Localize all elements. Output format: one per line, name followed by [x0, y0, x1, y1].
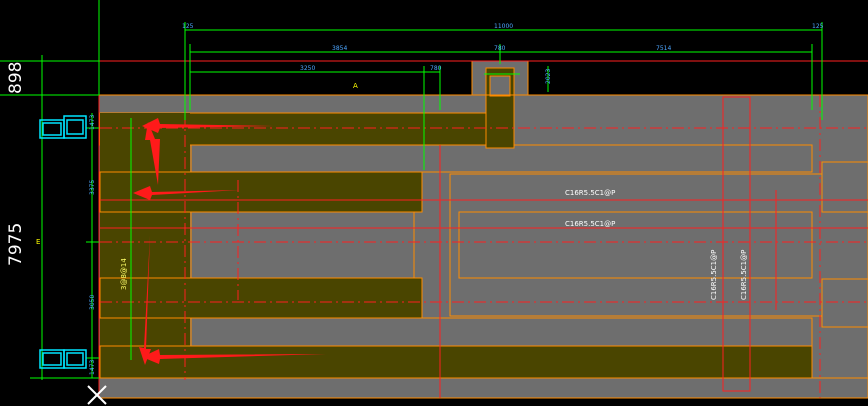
- beam-2: [190, 211, 415, 279]
- side-dimension-main: 7975: [6, 222, 26, 266]
- column-bottom: [39, 349, 87, 369]
- marker-b: E: [36, 238, 40, 246]
- cad-drawing-canvas[interactable]: 11000 125 125 3854 7514 780 3250 780 202…: [0, 0, 868, 406]
- dim-notch-depth: 2023: [545, 69, 552, 84]
- vertical-beam-label-2: C16R5.5C1@P: [740, 250, 748, 300]
- dim-inner-right: 780: [430, 65, 442, 72]
- dim-right-span: 7514: [656, 45, 671, 52]
- beam-5: [458, 211, 813, 279]
- dim-left-4: 1473: [89, 360, 96, 375]
- beam-7: [821, 278, 868, 328]
- dim-left-end: 125: [182, 23, 194, 30]
- beam-label-1: C16R5.5C1@P: [565, 189, 615, 197]
- side-dimension-top: 898: [6, 61, 26, 94]
- dim-notch: 780: [494, 45, 506, 52]
- vertical-beam-label-1: C16R5.5C1@P: [710, 250, 718, 300]
- slab-outline-bottom: [98, 377, 868, 399]
- dim-left-span: 3854: [332, 45, 347, 52]
- dim-right-end: 125: [812, 23, 824, 30]
- dim-left-1: 1473: [89, 115, 96, 130]
- dim-left-2: 3375: [89, 180, 96, 195]
- dim-left-3: 3050: [89, 295, 96, 310]
- column-top: [39, 115, 87, 139]
- slab-label: 3@8@14: [120, 258, 128, 290]
- notch-core: [489, 75, 511, 97]
- slab-strip-mid2: [99, 277, 423, 319]
- dim-inner-left: 3250: [300, 65, 315, 72]
- slab-strip-bottom: [99, 345, 813, 379]
- beam-label-2: C16R5.5C1@P: [565, 220, 615, 228]
- beam-6: [821, 161, 868, 213]
- beam-3: [190, 317, 813, 347]
- marker-a: A: [353, 82, 358, 90]
- beam-1: [190, 144, 813, 173]
- dim-overall: 11000: [494, 23, 513, 30]
